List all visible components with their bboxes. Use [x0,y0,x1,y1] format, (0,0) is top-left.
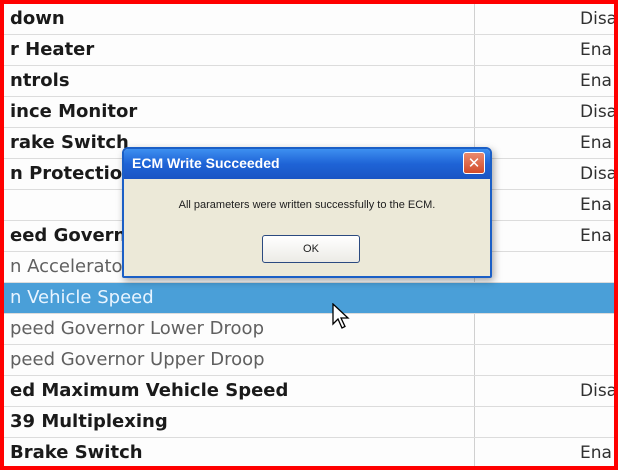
parameter-value: Ena [580,71,612,91]
parameter-name: r Heater [10,39,95,60]
table-row[interactable]: Brake Switch Ena [4,438,614,466]
parameter-name: ed Maximum Vehicle Speed [10,380,289,401]
parameter-name: n Protectio [10,163,123,184]
parameter-name: 39 Multiplexing [10,411,168,432]
close-button[interactable]: ✕ [463,152,485,174]
table-row[interactable]: ntrols Ena [4,66,614,97]
parameter-name: Brake Switch [10,442,143,463]
parameter-value: Disa [580,381,618,401]
table-row[interactable]: ince Monitor Disa [4,97,618,128]
parameter-name: n Accelerato [10,256,123,277]
parameter-name: eed Governo [10,225,139,246]
parameter-name: n Vehicle Speed [10,287,154,308]
close-icon: ✕ [467,154,481,172]
parameter-name: rake Switch [10,132,129,153]
parameter-value: Disa [580,164,618,184]
table-row[interactable]: ed Maximum Vehicle Speed Disa [4,376,618,407]
table-row[interactable]: r Heater Ena [4,35,614,66]
parameter-name: peed Governor Upper Droop [10,349,265,370]
parameter-name: down [10,8,65,29]
parameter-value: Ena [580,40,612,60]
dialog-titlebar[interactable]: ECM Write Succeeded ✕ [124,149,490,179]
parameter-name: ince Monitor [10,101,138,122]
dialog-message: All parameters were written successfully… [178,199,436,211]
parameter-value: Ena [580,133,612,153]
parameter-value: Ena [580,226,612,246]
mouse-cursor-icon [332,303,350,329]
parameter-name: ntrols [10,70,70,91]
screen-frame: down Disa r Heater Ena ntrols Ena ince M… [0,0,618,470]
table-row[interactable]: down Disa [4,4,618,35]
parameter-value: Disa [580,102,618,122]
table-row[interactable]: peed Governor Lower Droop [4,314,614,345]
table-row-selected[interactable]: n Vehicle Speed [4,283,614,314]
parameter-value: Ena [580,195,612,215]
table-row[interactable]: 39 Multiplexing [4,407,614,438]
parameter-value: Ena [580,443,612,463]
ok-button[interactable]: OK [262,235,360,263]
ecm-write-dialog: ECM Write Succeeded ✕ All parameters wer… [122,147,492,278]
dialog-title: ECM Write Succeeded [132,155,280,171]
parameter-name: peed Governor Lower Droop [10,318,264,339]
parameter-value: Disa [580,9,618,29]
table-row[interactable]: peed Governor Upper Droop [4,345,614,376]
